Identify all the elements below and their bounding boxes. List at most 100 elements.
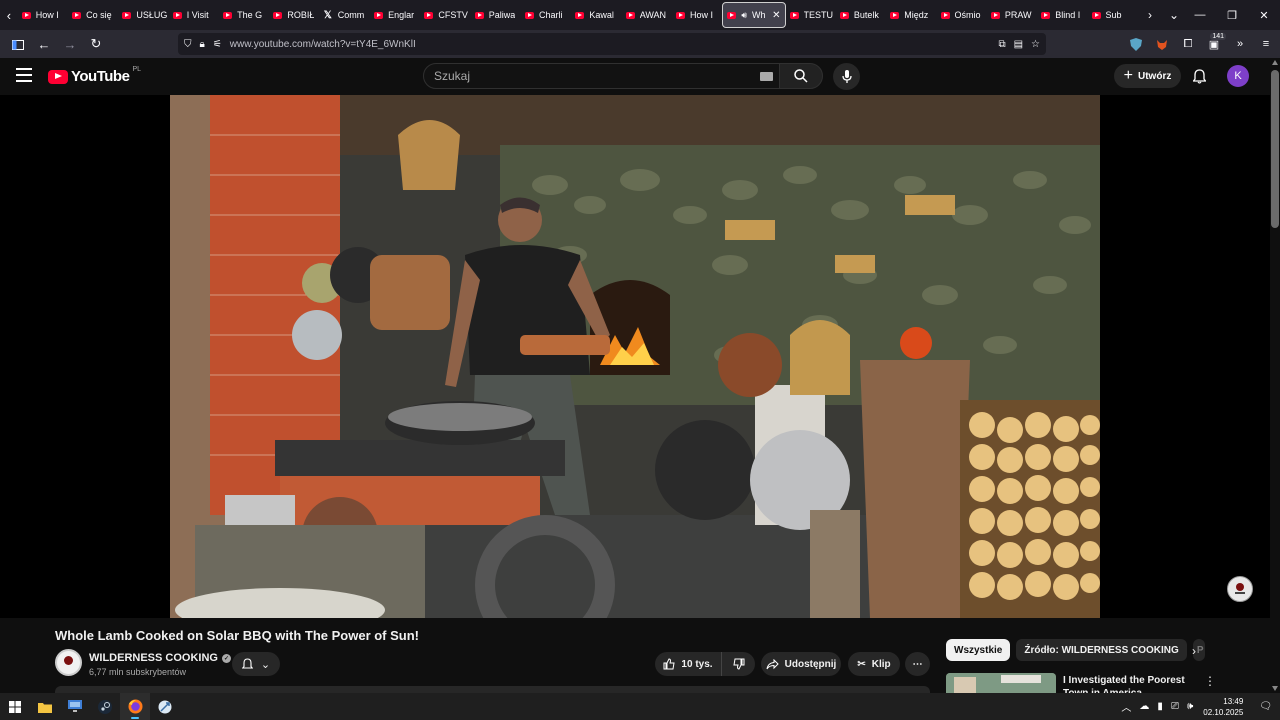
scrollbar-thumb[interactable] xyxy=(1271,70,1279,228)
picture-in-picture-icon[interactable]: ⧉ xyxy=(998,39,1005,50)
share-button[interactable]: Udostępnij xyxy=(761,652,841,676)
url-bar[interactable]: ⛉ 🔒︎ ⚟ www.youtube.com/watch?v=tY4E_6WnK… xyxy=(178,33,1046,55)
create-button[interactable]: + Utwórz xyxy=(1114,64,1181,88)
browser-tab[interactable]: The G xyxy=(219,2,269,28)
youtube-logo[interactable]: YouTube PL xyxy=(48,66,141,85)
qbittorrent-icon[interactable] xyxy=(150,693,180,720)
clip-button[interactable]: ✂ Klip xyxy=(848,652,900,676)
usb-device-icon[interactable]: ▮ xyxy=(1157,701,1163,712)
reader-view-icon[interactable]: ▤ xyxy=(1014,39,1023,50)
tab-label: Paliwa xyxy=(488,10,516,20)
window-minimize-button[interactable]: — xyxy=(1184,9,1216,22)
filter-chip[interactable]: Źródło: WILDERNESS COOKING xyxy=(1016,639,1187,661)
channel-name-link[interactable]: WILDERNESS COOKING ✓ xyxy=(89,652,231,664)
like-button[interactable]: 10 tys. xyxy=(655,652,722,676)
channel-avatar[interactable] xyxy=(55,649,82,676)
overflow-chevrons-icon[interactable]: » xyxy=(1232,36,1248,52)
recommendation-title[interactable]: I Investigated the Poorest Town in Ameri… xyxy=(1063,674,1203,694)
browser-tab[interactable]: Międz xyxy=(886,2,936,28)
dislike-button[interactable] xyxy=(722,652,755,676)
tab-label: How I xyxy=(35,10,59,20)
recommendation-thumbnail[interactable] xyxy=(946,673,1056,693)
back-button[interactable]: ← xyxy=(32,32,56,56)
browser-tab[interactable]: Blind I xyxy=(1037,2,1087,28)
lock-icon[interactable]: 🔒︎ xyxy=(200,39,205,50)
volume-icon[interactable]: 🕪︎ xyxy=(1187,701,1193,712)
tab-label: ROBIŁ xyxy=(287,10,315,20)
tabs-scroll-left-button[interactable]: ‹ xyxy=(0,0,18,30)
account-avatar[interactable]: K xyxy=(1227,65,1249,87)
guide-menu-icon[interactable] xyxy=(16,68,32,82)
shield-extension-icon[interactable] xyxy=(1128,36,1144,52)
browser-tab[interactable]: How I xyxy=(672,2,722,28)
window-close-button[interactable]: ✕ xyxy=(1248,9,1280,22)
tabs-scroll-right-button[interactable]: › xyxy=(1140,8,1160,22)
ellipsis-icon: ⋯ xyxy=(912,658,923,670)
app-menu-icon[interactable]: ≡ xyxy=(1258,36,1274,52)
create-label: Utwórz xyxy=(1138,70,1172,82)
search-input[interactable]: Szukaj xyxy=(423,63,786,89)
sidebar-toggle-icon[interactable] xyxy=(6,32,30,56)
browser-tab[interactable]: USŁUG xyxy=(118,2,168,28)
browser-tab[interactable]: Sub xyxy=(1088,2,1138,28)
browser-tab[interactable]: ROBIŁ xyxy=(269,2,319,28)
browser-tab[interactable]: Co się xyxy=(68,2,118,28)
tab-label: CFSTV xyxy=(438,10,468,20)
browser-tab[interactable]: Kawal xyxy=(571,2,621,28)
tray-overflow-chevron-icon[interactable]: ︿ xyxy=(1121,699,1131,714)
window-restore-button[interactable]: ❐ xyxy=(1216,9,1248,22)
browser-tab[interactable]: 𝕏 Comm xyxy=(320,2,370,28)
onedrive-cloud-icon[interactable]: ☁ xyxy=(1139,701,1149,712)
browser-tab[interactable]: Englar xyxy=(370,2,420,28)
browser-tab[interactable]: Ośmio xyxy=(937,2,987,28)
extensions-puzzle-icon[interactable]: ⧠ xyxy=(1180,36,1196,52)
scroll-up-arrow-icon[interactable] xyxy=(1272,60,1278,65)
browser-tab[interactable]: Charli xyxy=(521,2,571,28)
steam-icon[interactable] xyxy=(90,693,120,720)
filter-chip[interactable]: Wszystkie xyxy=(946,639,1011,661)
browser-tab[interactable]: AWAN xyxy=(622,2,672,28)
ublock-extension-icon[interactable]: ▣ 141 xyxy=(1206,33,1226,52)
channel-watermark-icon[interactable] xyxy=(1227,576,1253,602)
subscription-bell-button[interactable]: ⌄ xyxy=(232,652,280,676)
tracking-protection-icon[interactable]: ⛉ xyxy=(184,39,192,50)
thumbs-up-icon xyxy=(663,658,676,670)
speaker-icon[interactable]: 🔊︎ xyxy=(741,10,747,21)
browser-tab[interactable]: I Visit xyxy=(169,2,219,28)
chevron-down-icon: ⌄ xyxy=(260,658,271,671)
browser-tab[interactable]: CFSTV xyxy=(420,2,470,28)
windows-start-icon[interactable] xyxy=(0,693,30,720)
tab-close-icon[interactable]: ✕ xyxy=(772,10,780,21)
file-explorer-icon[interactable] xyxy=(30,693,60,720)
remote-desktop-icon[interactable] xyxy=(60,693,90,720)
page-scrollbar[interactable] xyxy=(1270,58,1280,693)
bookmark-star-icon[interactable]: ☆ xyxy=(1031,39,1040,50)
voice-search-button[interactable] xyxy=(833,63,860,90)
recommendation-menu-icon[interactable]: ⋮ xyxy=(1204,674,1216,688)
reload-button[interactable]: ↻ xyxy=(84,32,108,56)
video-player[interactable] xyxy=(0,95,1270,618)
notifications-icon[interactable]: 🗨︎ xyxy=(1259,701,1272,712)
browser-tab[interactable]: PRAW xyxy=(987,2,1037,28)
browser-tab[interactable]: Butelk xyxy=(836,2,886,28)
tab-list-menu-button[interactable]: ⌄ xyxy=(1164,8,1184,22)
network-icon[interactable]: ⎚ xyxy=(1171,701,1179,712)
browser-tab[interactable]: Paliwa xyxy=(471,2,521,28)
firefox-icon[interactable] xyxy=(120,693,150,720)
notifications-bell-icon[interactable] xyxy=(1190,67,1208,85)
browser-tab[interactable]: How I xyxy=(18,2,68,28)
video-frame[interactable] xyxy=(170,95,1100,618)
permissions-icon[interactable]: ⚟ xyxy=(213,39,222,50)
chips-next-arrow-icon[interactable]: › xyxy=(1192,644,1196,658)
tab-active[interactable]: 🔊︎ Wh ✕ xyxy=(722,2,786,28)
browser-tab[interactable]: TESTU xyxy=(786,2,836,28)
keyboard-icon[interactable] xyxy=(760,71,773,81)
clip-label: Klip xyxy=(871,658,891,670)
forward-button[interactable]: → xyxy=(58,32,82,56)
more-actions-button[interactable]: ⋯ xyxy=(905,652,930,676)
fox-extension-icon[interactable] xyxy=(1154,36,1170,52)
url-text[interactable]: www.youtube.com/watch?v=tY4E_6WnKlI xyxy=(230,39,416,50)
scroll-down-arrow-icon[interactable] xyxy=(1272,686,1278,691)
system-clock[interactable]: 13:49 02.10.2025 xyxy=(1203,696,1243,718)
search-button[interactable] xyxy=(779,63,823,89)
